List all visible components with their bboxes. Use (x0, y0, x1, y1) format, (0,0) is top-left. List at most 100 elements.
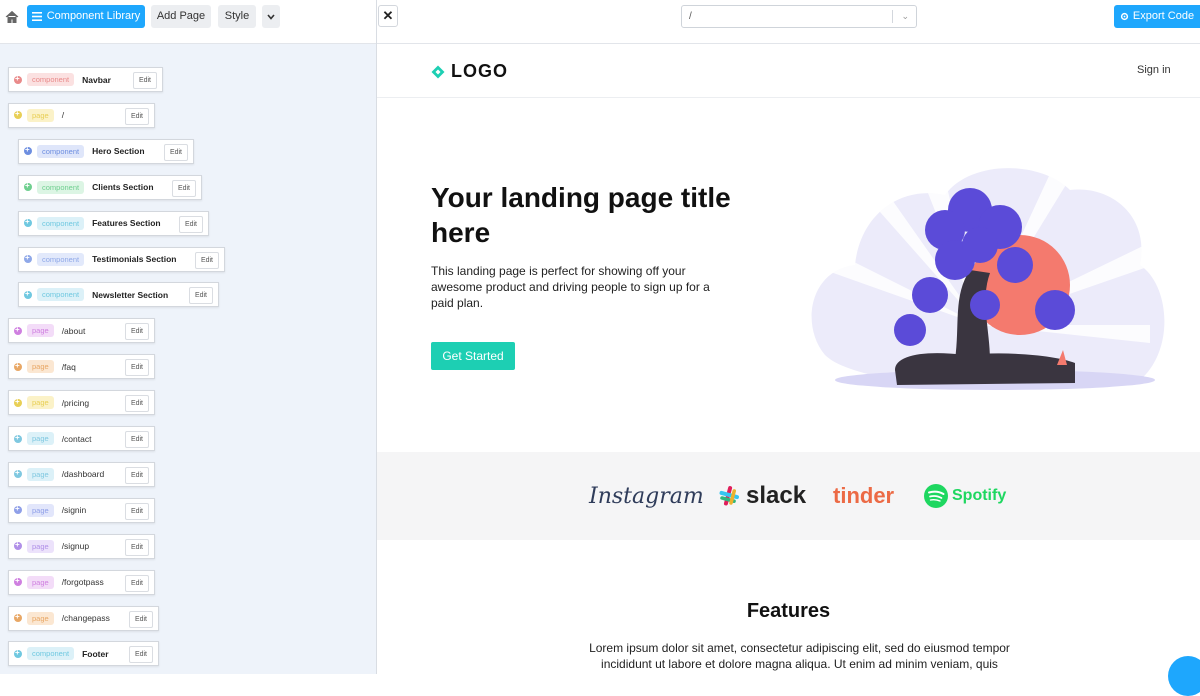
hero-illustration (811, 158, 1165, 390)
type-badge: page (27, 396, 54, 410)
edit-button[interactable]: Edit (128, 646, 153, 664)
tree-item[interactable]: component Newsletter Section Edit (18, 282, 219, 308)
tree-item-label: / (61, 110, 65, 121)
edit-button[interactable]: Edit (124, 395, 149, 413)
client-slack: slack (717, 480, 806, 512)
site-navbar: LOGO Sign in (377, 44, 1200, 98)
tree-item[interactable]: component Navbar Edit (8, 67, 163, 92)
type-badge: component (37, 144, 85, 158)
expand-icon[interactable] (14, 325, 22, 335)
expand-icon[interactable] (14, 576, 22, 587)
expand-icon[interactable] (24, 253, 32, 263)
tree-item-label: /signup (61, 541, 90, 552)
expand-icon[interactable] (14, 504, 22, 515)
edit-button[interactable]: Edit (124, 538, 149, 556)
close-icon: ✕ (382, 8, 394, 23)
edit-button[interactable]: Edit (188, 287, 213, 305)
more-dropdown-button[interactable] (262, 5, 280, 28)
expand-icon[interactable] (14, 109, 22, 120)
edit-button[interactable]: Edit (124, 323, 149, 341)
edit-button[interactable]: Edit (163, 143, 188, 161)
preview-panel: ✕ / ⌄ Export Code LOGO Sign in Your land… (377, 0, 1200, 696)
tree-item[interactable]: page/pricing Edit (8, 390, 155, 416)
expand-icon[interactable] (14, 361, 22, 371)
tree-item[interactable]: page/forgotpass Edit (8, 569, 155, 595)
tree-item[interactable]: page/signin Edit (8, 497, 155, 523)
features-title: Features (746, 600, 831, 622)
expand-icon[interactable] (24, 217, 32, 228)
expand-icon[interactable] (24, 145, 32, 156)
export-code-label: Export Code (1132, 10, 1195, 22)
edit-button[interactable]: Edit (124, 431, 149, 448)
chevron-down-icon (267, 14, 275, 20)
spotify-wordmark: Spotify (952, 487, 1007, 504)
tree-item-label: Clients Section (92, 182, 154, 193)
tree-item[interactable]: component Footer Edit (8, 641, 159, 667)
tree-item[interactable]: page/dashboard Edit (8, 461, 155, 487)
client-tinder: tinder (833, 483, 895, 508)
logo-diamond-icon (431, 65, 445, 78)
tree-item[interactable]: page/about Edit (8, 318, 155, 344)
tree-item[interactable]: page/changepass Edit (8, 605, 159, 631)
export-code-button[interactable]: Export Code (1114, 5, 1200, 28)
tree-item-label: /forgotpass (61, 577, 104, 588)
site-logo[interactable]: LOGO (431, 61, 508, 82)
tree-item-label: /dashboard (61, 469, 105, 480)
edit-button[interactable]: Edit (194, 251, 219, 269)
edit-button[interactable]: Edit (128, 610, 153, 628)
type-badge: page (27, 108, 54, 122)
edit-button[interactable]: Edit (124, 466, 149, 484)
tree-item-label: Testimonials Section (92, 254, 177, 264)
type-badge: page (27, 467, 54, 481)
tree-item-label: Navbar (82, 74, 111, 85)
edit-button[interactable]: Edit (124, 359, 149, 377)
tree-item[interactable]: component Clients Section Edit (18, 174, 202, 200)
type-badge: component (37, 180, 85, 194)
home-icon[interactable] (5, 10, 19, 24)
close-preview-button[interactable]: ✕ (378, 5, 398, 27)
expand-icon[interactable] (14, 74, 22, 84)
edit-button[interactable]: Edit (171, 179, 196, 197)
get-started-button[interactable]: Get Started (431, 342, 515, 370)
tree-item-label: /faq (61, 361, 76, 372)
tree-item[interactable]: page/faq Edit (8, 354, 155, 380)
style-button[interactable]: Style (218, 5, 256, 28)
expand-icon[interactable] (14, 612, 22, 622)
type-badge: page (27, 360, 54, 374)
chat-widget-button[interactable] (1168, 656, 1200, 696)
hero-subtitle: This landing page is perfect for showing… (431, 264, 710, 310)
expand-icon[interactable] (14, 397, 22, 407)
edit-button[interactable]: Edit (132, 72, 157, 89)
expand-icon[interactable] (14, 433, 22, 443)
edit-button[interactable]: Edit (124, 502, 149, 520)
type-badge: page (27, 611, 54, 625)
gear-icon (1120, 12, 1129, 21)
add-page-button[interactable]: Add Page (151, 5, 211, 28)
expand-icon[interactable] (14, 540, 22, 551)
tree-item[interactable]: page / Edit (8, 102, 155, 128)
sign-in-link[interactable]: Sign in (1137, 64, 1171, 76)
tree-item-label: /contact (61, 433, 92, 444)
tree-item[interactable]: page/signup Edit (8, 533, 155, 559)
tree-item[interactable]: component Features Section Edit (18, 210, 209, 236)
logo-text: LOGO (451, 61, 508, 81)
edit-button[interactable]: Edit (178, 215, 203, 233)
route-select[interactable]: / ⌄ (681, 5, 917, 28)
list-icon (31, 12, 42, 21)
hero-title: Your landing page title here (431, 182, 731, 248)
route-value: / (689, 11, 692, 22)
slack-wordmark: slack (746, 482, 807, 509)
expand-icon[interactable] (14, 468, 22, 479)
tree-item[interactable]: component Hero Section Edit (18, 138, 194, 164)
component-library-button[interactable]: Component Library (27, 5, 145, 28)
expand-icon[interactable] (14, 648, 22, 658)
expand-icon[interactable] (24, 289, 32, 299)
tree-item[interactable]: page/contact Edit (8, 426, 155, 451)
type-badge: component (27, 73, 75, 86)
type-badge: page (27, 575, 54, 589)
expand-icon[interactable] (24, 181, 32, 192)
edit-button[interactable]: Edit (124, 107, 149, 125)
tree-item[interactable]: component Testimonials Section Edit (18, 246, 225, 272)
edit-button[interactable]: Edit (124, 574, 149, 592)
type-badge: page (27, 503, 54, 517)
